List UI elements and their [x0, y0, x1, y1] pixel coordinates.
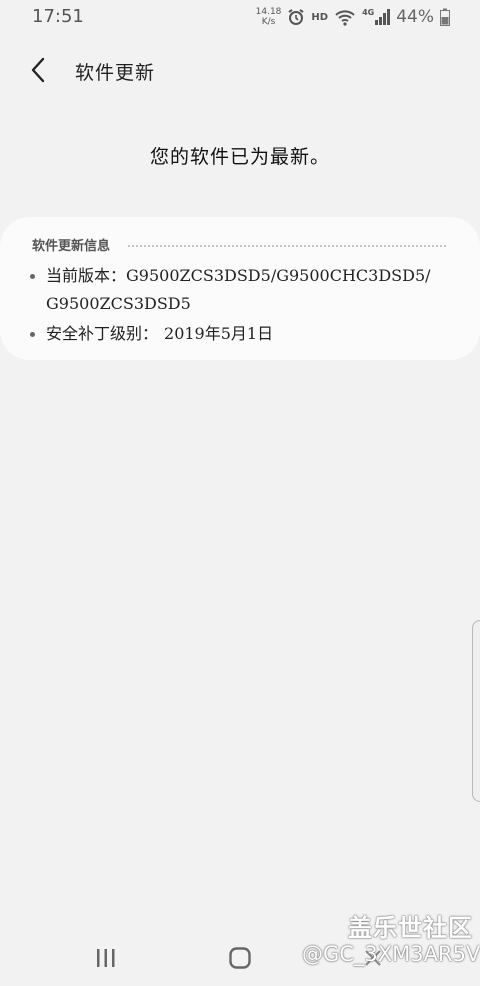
net-speed: 14.18 K/s	[256, 7, 282, 27]
watermark-user: @GC_3XM3AR5V	[302, 942, 480, 966]
version-label: 当前版本：	[46, 266, 127, 285]
net-speed-value: 14.18	[255, 7, 282, 17]
recents-button[interactable]	[86, 944, 126, 972]
bullet	[30, 332, 35, 337]
alarm-icon	[287, 8, 305, 26]
info-list: 当前版本：G9500ZCS3DSD5/G9500CHC3DSD5/ G9500Z…	[30, 262, 460, 350]
patch-label: 安全补丁级别：	[46, 324, 159, 343]
heading-divider	[128, 244, 446, 247]
wifi-icon	[334, 8, 356, 26]
status-icons: 14.18 K/s HD 4G 44%	[256, 4, 450, 30]
patch-value: 2019年5月1日	[164, 324, 274, 343]
version-value-line2: G9500ZCS3DSD5	[46, 294, 191, 313]
update-info-card: 软件更新信息 当前版本：G9500ZCS3DSD5/G9500CHC3DSD5/…	[0, 217, 480, 360]
signal-icon: 4G	[362, 8, 391, 26]
app-header: 软件更新	[0, 50, 480, 90]
chevron-left-icon	[31, 57, 45, 83]
recents-icon	[97, 949, 115, 967]
card-heading-row: 软件更新信息	[32, 235, 446, 254]
battery-icon	[440, 8, 450, 26]
version-value-line1: G9500ZCS3DSD5/G9500CHC3DSD5/	[126, 266, 431, 285]
bullet	[30, 274, 35, 279]
network-type: 4G	[362, 8, 375, 17]
up-to-date-message: 您的软件已为最新。	[149, 146, 330, 168]
security-patch-item: 安全补丁级别： 2019年5月1日	[30, 320, 460, 348]
card-heading: 软件更新信息	[32, 239, 111, 254]
back-button[interactable]	[22, 54, 54, 86]
home-icon	[229, 947, 251, 969]
hd-indicator: HD	[311, 11, 329, 23]
net-speed-unit: K/s	[261, 17, 276, 27]
status-bar: 17:51 14.18 K/s HD 4G 44%	[0, 0, 480, 34]
home-button[interactable]	[220, 944, 260, 972]
current-version-item: 当前版本：G9500ZCS3DSD5/G9500CHC3DSD5/ G9500Z…	[30, 262, 460, 318]
status-time: 17:51	[32, 6, 84, 27]
page-title: 软件更新	[75, 62, 156, 84]
edge-panel-handle[interactable]	[472, 620, 480, 802]
battery-percent: 44%	[396, 7, 434, 27]
